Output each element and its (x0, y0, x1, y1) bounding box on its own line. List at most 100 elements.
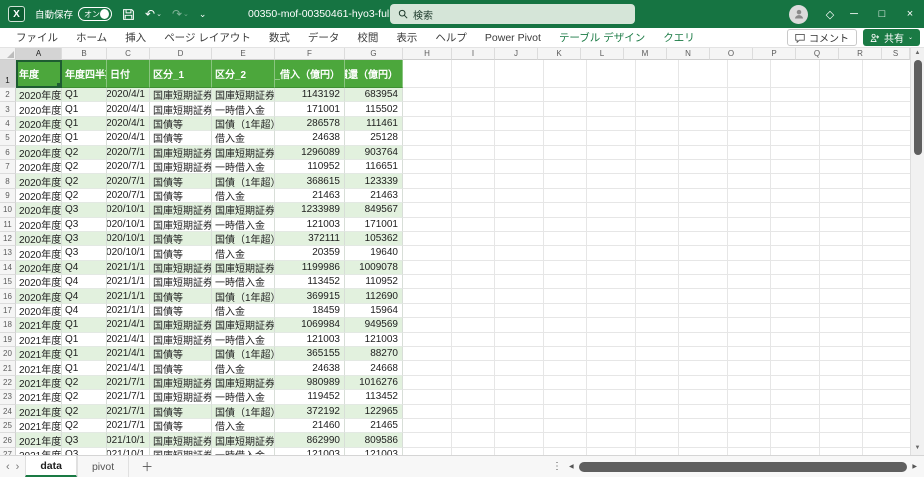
row-header-22[interactable]: 22 (0, 375, 16, 391)
cell[interactable]: 1016276 (345, 375, 403, 391)
cell[interactable]: 国債（1年超） (212, 289, 275, 304)
cell[interactable]: 19640 (345, 246, 403, 261)
ribbon-tab[interactable]: 表示 (387, 28, 426, 48)
ribbon-tab[interactable]: テーブル デザイン (550, 28, 654, 48)
cell[interactable]: 2021年度 (16, 347, 62, 362)
cell[interactable]: 809586 (345, 433, 403, 448)
column-header-N[interactable]: N (667, 48, 710, 60)
cell[interactable]: 113452 (345, 390, 403, 405)
row-header-8[interactable]: 8 (0, 174, 16, 189)
cell[interactable]: 国債等 (150, 246, 212, 261)
save-icon[interactable] (122, 8, 135, 21)
row-header-19[interactable]: 19 (0, 332, 16, 348)
cell[interactable]: 24668 (345, 361, 403, 376)
cell[interactable]: 15964 (345, 303, 403, 319)
cell[interactable]: 借入金 (212, 246, 275, 261)
row-header-11[interactable]: 11 (0, 217, 16, 232)
row-header-21[interactable]: 21 (0, 361, 16, 376)
row-header-16[interactable]: 16 (0, 289, 16, 304)
cell[interactable]: 2021年度 (16, 318, 62, 333)
cell[interactable]: 2020/7/1 (107, 145, 150, 160)
column-header-G[interactable]: G (345, 48, 403, 60)
vertical-scrollbar-thumb[interactable] (913, 60, 922, 155)
column-header-C[interactable]: C (107, 48, 150, 60)
cell[interactable]: 123339 (345, 174, 403, 189)
cell[interactable]: 2021年度 (16, 447, 62, 455)
cell[interactable]: 2021年度 (16, 404, 62, 419)
column-header-I[interactable]: I (452, 48, 495, 60)
cell[interactable]: 862990 (275, 433, 345, 448)
grid-empty-area[interactable] (403, 332, 910, 348)
cell[interactable]: Q3 (62, 433, 107, 448)
cell[interactable]: 286578 (275, 116, 345, 132)
cell[interactable]: Q1 (62, 332, 107, 348)
cell[interactable]: 国庫短期証券 (150, 102, 212, 117)
cell[interactable]: 2021年度 (16, 433, 62, 448)
cell[interactable]: 一時借入金 (212, 332, 275, 348)
cell[interactable]: 1233989 (275, 203, 345, 218)
cell[interactable]: Q2 (62, 159, 107, 175)
cell[interactable]: 2020/10/1 (107, 246, 150, 261)
cell[interactable]: 110952 (275, 159, 345, 175)
header-cell[interactable]: 区分_2 (212, 60, 275, 88)
column-header-O[interactable]: O (710, 48, 753, 60)
cell[interactable]: 903764 (345, 145, 403, 160)
close-button[interactable]: × (896, 0, 924, 28)
customize-qat-icon[interactable]: ⌄ (199, 9, 207, 19)
cell[interactable]: 21460 (275, 418, 345, 434)
cell[interactable]: 国庫短期証券 (212, 375, 275, 391)
row-header-12[interactable]: 12 (0, 231, 16, 247)
cell[interactable]: 2021/7/1 (107, 375, 150, 391)
cell[interactable]: 2020年度 (16, 303, 62, 319)
cell[interactable]: 24638 (275, 361, 345, 376)
undo-dropdown-icon[interactable]: ⌄ (156, 11, 162, 18)
cell[interactable]: 2021年度 (16, 361, 62, 376)
row-header-26[interactable]: 26 (0, 433, 16, 448)
cell[interactable]: 18459 (275, 303, 345, 319)
cell[interactable]: 国債等 (150, 131, 212, 146)
cell[interactable]: 2021/4/1 (107, 361, 150, 376)
cell[interactable]: 2021/4/1 (107, 347, 150, 362)
cell[interactable]: Q4 (62, 260, 107, 276)
cell[interactable]: 国庫短期証券 (150, 88, 212, 103)
grid-empty-area[interactable] (403, 159, 910, 175)
cell[interactable]: 国債（1年超） (212, 231, 275, 247)
cell[interactable]: Q3 (62, 246, 107, 261)
column-header-R[interactable]: R (839, 48, 882, 60)
cell[interactable]: 国庫短期証券 (150, 332, 212, 348)
cell[interactable]: 1296089 (275, 145, 345, 160)
row-header-4[interactable]: 4 (0, 116, 16, 132)
cell[interactable]: 借入金 (212, 303, 275, 319)
cell[interactable]: Q1 (62, 361, 107, 376)
cell[interactable]: 国庫短期証券 (212, 145, 275, 160)
cell[interactable]: 1009078 (345, 260, 403, 276)
cell[interactable]: 2020年度 (16, 289, 62, 304)
cell[interactable]: 国庫短期証券 (212, 318, 275, 333)
cell[interactable]: 一時借入金 (212, 390, 275, 405)
column-header-B[interactable]: B (62, 48, 107, 60)
cell[interactable]: 121003 (275, 332, 345, 348)
cell[interactable]: 2020年度 (16, 275, 62, 290)
cell[interactable]: 121003 (345, 332, 403, 348)
cell[interactable]: Q4 (62, 275, 107, 290)
cell[interactable]: 2021年度 (16, 332, 62, 348)
cell[interactable]: 国庫短期証券 (150, 318, 212, 333)
cell[interactable]: 国債（1年超） (212, 174, 275, 189)
column-header-L[interactable]: L (581, 48, 624, 60)
sheet-tab-data[interactable]: data (25, 456, 77, 477)
cell[interactable]: Q3 (62, 217, 107, 232)
grid-empty-area[interactable] (403, 347, 910, 362)
cell[interactable]: 1199986 (275, 260, 345, 276)
cell[interactable]: 国債等 (150, 418, 212, 434)
cell[interactable]: 国庫短期証券 (150, 145, 212, 160)
grid-empty-area[interactable] (403, 390, 910, 405)
cell[interactable]: Q2 (62, 390, 107, 405)
column-header-P[interactable]: P (753, 48, 796, 60)
cell[interactable]: 国庫短期証券 (150, 260, 212, 276)
cell[interactable]: 24638 (275, 131, 345, 146)
cell[interactable]: 借入金 (212, 188, 275, 204)
cell[interactable]: 2021/1/1 (107, 303, 150, 319)
cell[interactable]: 1069984 (275, 318, 345, 333)
cell[interactable]: 借入金 (212, 361, 275, 376)
cell[interactable]: 国債（1年超） (212, 404, 275, 419)
